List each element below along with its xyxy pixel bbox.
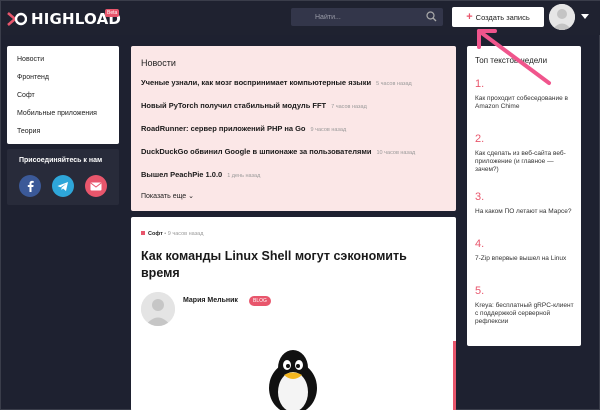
top-text-link[interactable]: Как проходит собеседование в Amazon Chim… xyxy=(475,95,575,111)
article-category[interactable]: Софт xyxy=(148,231,163,237)
menu-item-soft[interactable]: Софт xyxy=(7,88,119,106)
rank-number: 3. xyxy=(475,191,485,203)
facebook-button[interactable] xyxy=(19,175,41,197)
logo-mark-icon xyxy=(7,12,27,26)
create-post-label: Создать запись xyxy=(475,12,530,22)
author-avatar[interactable] xyxy=(141,292,175,326)
top-header: HIGHLOAD Beta + Создать запись xyxy=(1,1,600,35)
beta-badge: Beta xyxy=(105,9,120,17)
menu-item-frontend[interactable]: Фронтенд xyxy=(7,70,119,88)
scroll-indicator xyxy=(453,341,456,410)
news-item-time: 10 часов назад xyxy=(376,150,416,156)
rank-number: 1. xyxy=(475,78,485,90)
top-text-link[interactable]: На каком ПО летают на Марсе? xyxy=(475,208,575,216)
news-item-text: Ученые узнали, как мозг воспринимает ком… xyxy=(141,78,372,87)
search-box[interactable] xyxy=(291,8,443,26)
logo[interactable]: HIGHLOAD xyxy=(7,10,121,28)
join-title: Присоединяйтесь к нам xyxy=(19,157,103,164)
news-title: Новости xyxy=(141,58,176,68)
news-item-time: 1 день назад xyxy=(227,173,261,179)
news-item-time: 7 часов назад xyxy=(331,104,367,110)
news-item[interactable]: DuckDuckGo обвинил Google в шпионаже за … xyxy=(141,147,415,156)
menu-item-mobile[interactable]: Мобильные приложения xyxy=(7,106,119,124)
join-us-box: Присоединяйтесь к нам xyxy=(7,149,119,205)
article-time: • 9 часов назад xyxy=(164,231,204,237)
rank-number: 2. xyxy=(475,133,485,145)
create-post-button[interactable]: + Создать запись xyxy=(452,7,544,27)
telegram-icon xyxy=(57,181,68,191)
facebook-icon xyxy=(27,180,34,192)
top-texts-block: Топ текстов недели 1. Как проходит собес… xyxy=(467,46,581,346)
mail-icon xyxy=(90,182,102,190)
menu-item-news[interactable]: Новости xyxy=(7,52,119,70)
news-item[interactable]: RoadRunner: сервер приложений PHP на Go 9… xyxy=(141,124,346,133)
author-name[interactable]: Мария Мельник xyxy=(183,297,238,304)
tux-penguin-icon xyxy=(269,350,317,410)
top-texts-title: Топ текстов недели xyxy=(475,56,548,65)
news-item-text: Вышел PeachPie 1.0.0 xyxy=(141,170,223,179)
news-item-text: DuckDuckGo обвинил Google в шпионаже за … xyxy=(141,147,372,156)
plus-icon: + xyxy=(466,10,473,23)
mail-button[interactable] xyxy=(85,175,107,197)
rank-number: 4. xyxy=(475,238,485,250)
top-text-link[interactable]: Как сделать из веб-сайта веб-приложение … xyxy=(475,150,575,174)
news-item-text: RoadRunner: сервер приложений PHP на Go xyxy=(141,124,306,133)
blog-tag[interactable]: BLOG xyxy=(249,296,271,306)
top-text-link[interactable]: 7-Zip впервые вышел на Linux xyxy=(475,255,575,263)
menu-item-theory[interactable]: Теория xyxy=(7,124,119,142)
news-item[interactable]: Вышел PeachPie 1.0.0 1 день назад xyxy=(141,170,260,179)
user-avatar-icon xyxy=(549,4,575,30)
user-avatar[interactable] xyxy=(549,4,575,30)
chevron-down-icon: ⌄ xyxy=(188,193,194,200)
news-item[interactable]: Ученые узнали, как мозг воспринимает ком… xyxy=(141,78,412,87)
telegram-button[interactable] xyxy=(52,175,74,197)
show-more-label: Показать еще xyxy=(141,193,187,200)
news-item-text: Новый PyTorch получил стабильный модуль … xyxy=(141,101,327,110)
article-card[interactable]: Софт • 9 часов назад Как команды Linux S… xyxy=(131,217,456,410)
article-title[interactable]: Как команды Linux Shell могут сэкономить… xyxy=(141,248,441,282)
category-dot-icon xyxy=(141,231,145,235)
author-avatar-icon xyxy=(141,292,175,326)
rank-number: 5. xyxy=(475,285,485,297)
news-item-time: 9 часов назад xyxy=(310,127,347,133)
search-icon[interactable] xyxy=(426,11,437,22)
news-item[interactable]: Новый PyTorch получил стабильный модуль … xyxy=(141,101,367,110)
category-menu: Новости Фронтенд Софт Мобильные приложен… xyxy=(7,46,119,144)
news-item-time: 5 часов назад xyxy=(376,81,412,87)
chevron-down-icon[interactable] xyxy=(581,14,589,19)
search-input[interactable] xyxy=(291,8,421,26)
article-meta: Софт • 9 часов назад xyxy=(141,231,203,237)
show-more-button[interactable]: Показать еще ⌄ xyxy=(141,192,194,200)
top-text-link[interactable]: Kreya: бесплатный gRPC-клиент с поддержк… xyxy=(475,302,575,326)
